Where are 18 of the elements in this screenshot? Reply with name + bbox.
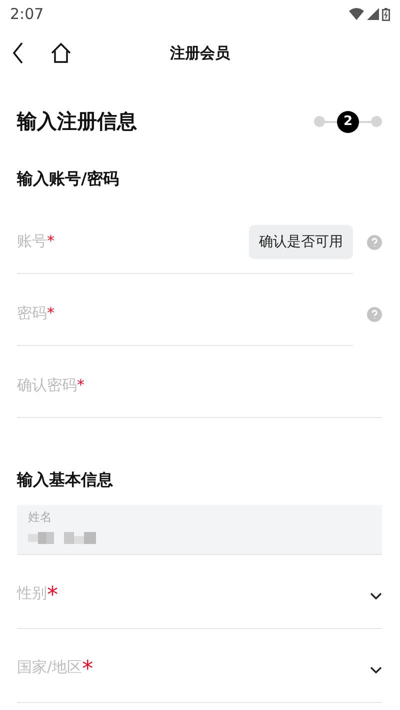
page-header-title: 注册会员 (170, 44, 230, 62)
status-time: 2:07 (10, 5, 44, 23)
section-heading: 输入基本信息 (17, 470, 113, 491)
battery-icon (382, 8, 390, 20)
back-icon[interactable] (12, 42, 24, 64)
wifi-icon (349, 8, 364, 20)
step-indicator: 2 (337, 110, 359, 132)
signal-icon (367, 8, 379, 20)
chevron-down-icon (370, 592, 382, 600)
chevron-down-icon (370, 666, 382, 674)
check-availability-button[interactable]: 确认是否可用 (249, 224, 353, 258)
input-field[interactable]: 账号* 确认是否可用 (17, 202, 353, 274)
page-title: 输入注册信息 (17, 108, 137, 135)
input-field[interactable]: 确认密码* (17, 346, 382, 418)
input-field[interactable]: 密码* (17, 274, 353, 346)
name-field: 姓名 (17, 505, 382, 555)
section-heading: 输入账号/密码 (17, 169, 119, 190)
home-icon[interactable] (50, 42, 72, 64)
